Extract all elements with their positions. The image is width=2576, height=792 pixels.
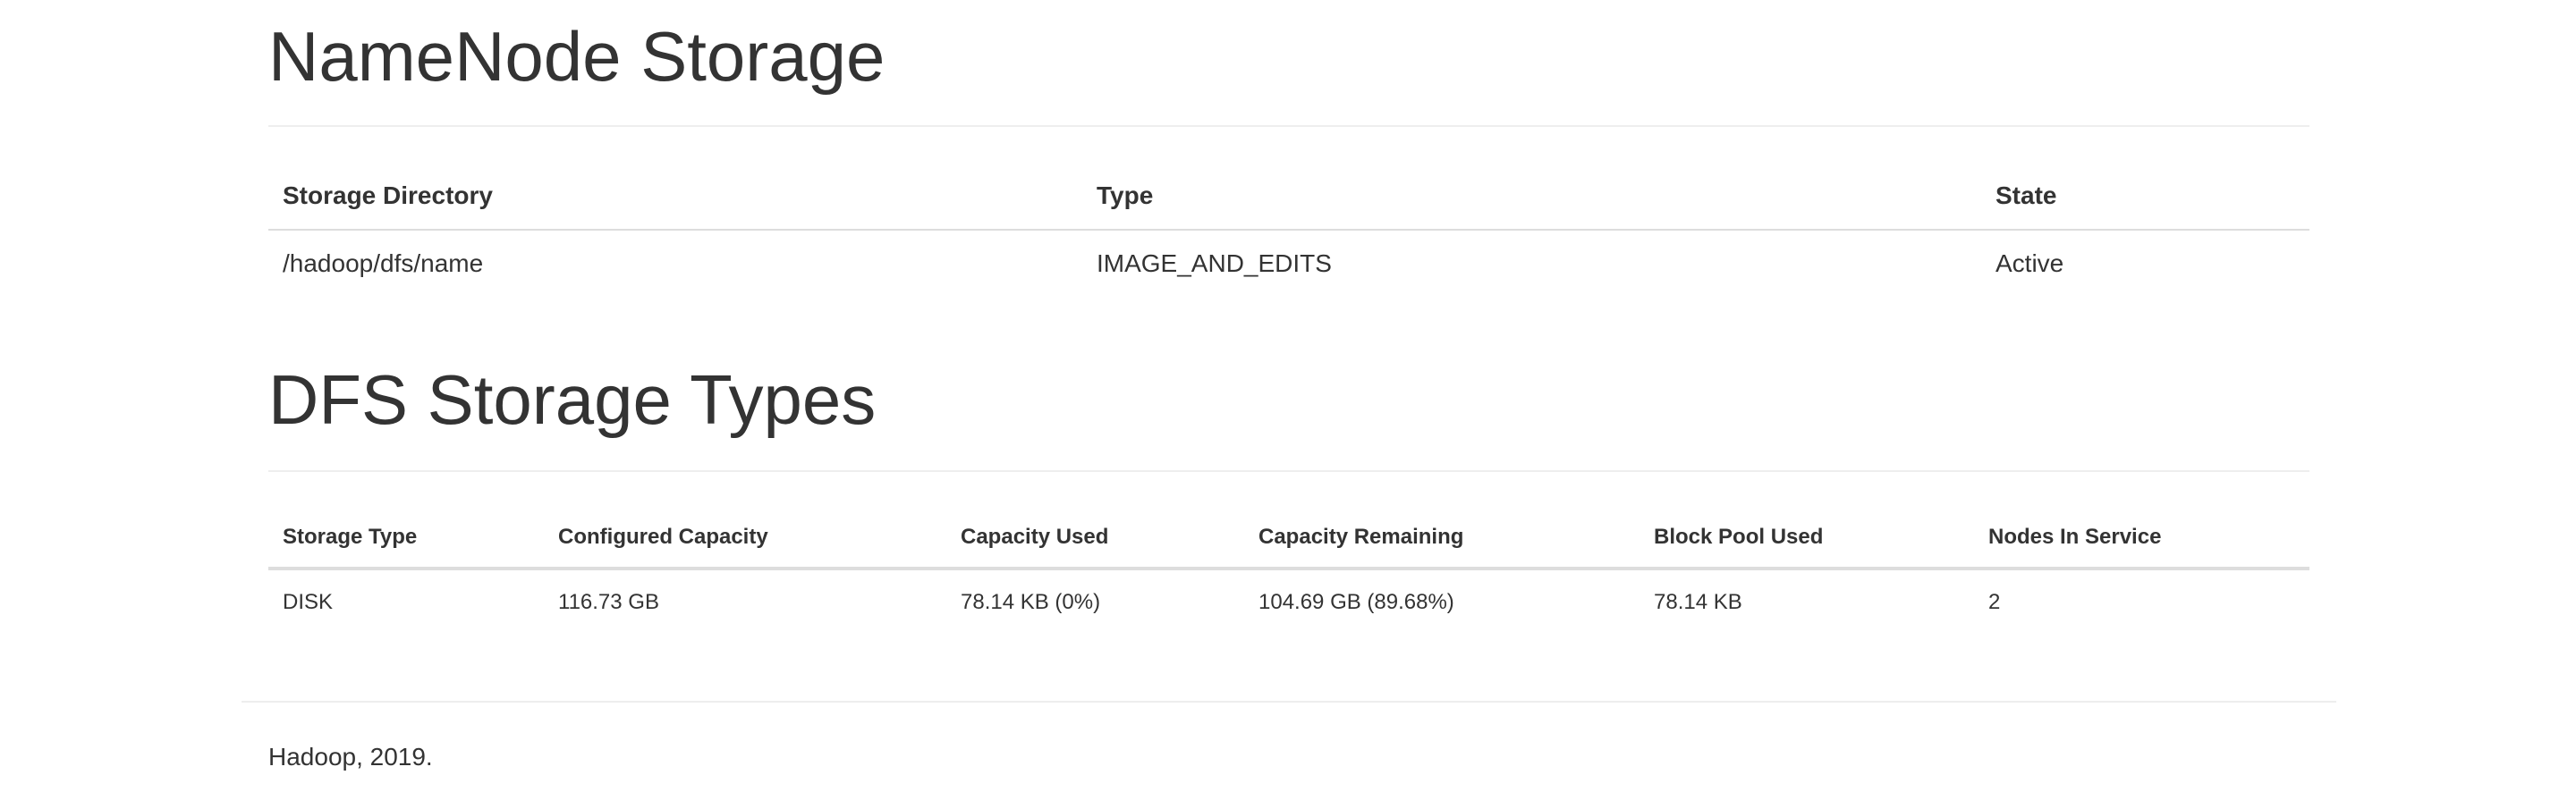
- column-header-capacity-remaining[interactable]: Capacity Remaining: [1244, 508, 1640, 570]
- column-header-block-pool-used[interactable]: Block Pool Used: [1640, 508, 1974, 570]
- column-header-nodes-in-service[interactable]: Nodes In Service: [1974, 508, 2309, 570]
- column-header-configured-capacity[interactable]: Configured Capacity: [544, 508, 946, 570]
- storage-state-cell: Active: [1996, 249, 2064, 277]
- table-header-row: Storage Type Configured Capacity Capacit…: [268, 508, 2309, 570]
- table-row: DISK 116.73 GB 78.14 KB (0%) 104.69 GB (…: [268, 569, 2309, 635]
- table-header-row: Storage Directory Type State: [268, 163, 2309, 231]
- column-header-storage-type[interactable]: Storage Type: [268, 508, 544, 570]
- section-divider: [268, 470, 2309, 472]
- namenode-storage-table: Storage Directory Type State /hadoop/dfs…: [268, 163, 2309, 297]
- capacity-used-cell: 78.14 KB (0%): [961, 590, 1101, 614]
- dfs-storage-types-heading: DFS Storage Types: [268, 360, 877, 439]
- footer-divider: [242, 701, 2336, 703]
- capacity-remaining-cell: 104.69 GB (89.68%): [1258, 590, 1454, 614]
- storage-type-cell: IMAGE_AND_EDITS: [1097, 249, 1332, 277]
- column-header-state[interactable]: State: [1981, 163, 2309, 231]
- table-row: /hadoop/dfs/name IMAGE_AND_EDITS Active: [268, 230, 2309, 297]
- column-header-capacity-used[interactable]: Capacity Used: [946, 508, 1244, 570]
- block-pool-used-cell: 78.14 KB: [1654, 590, 1742, 614]
- footer-text: Hadoop, 2019.: [268, 743, 433, 771]
- dfs-storage-types-table: Storage Type Configured Capacity Capacit…: [268, 508, 2309, 635]
- storage-directory-cell: /hadoop/dfs/name: [283, 249, 484, 277]
- storage-type-cell: DISK: [283, 590, 334, 614]
- nodes-in-service-cell: 2: [1988, 590, 2001, 614]
- namenode-storage-heading: NameNode Storage: [268, 17, 886, 96]
- configured-capacity-cell: 116.73 GB: [558, 590, 659, 614]
- column-header-storage-directory[interactable]: Storage Directory: [268, 163, 1082, 231]
- column-header-type[interactable]: Type: [1082, 163, 1981, 231]
- section-divider: [268, 125, 2309, 127]
